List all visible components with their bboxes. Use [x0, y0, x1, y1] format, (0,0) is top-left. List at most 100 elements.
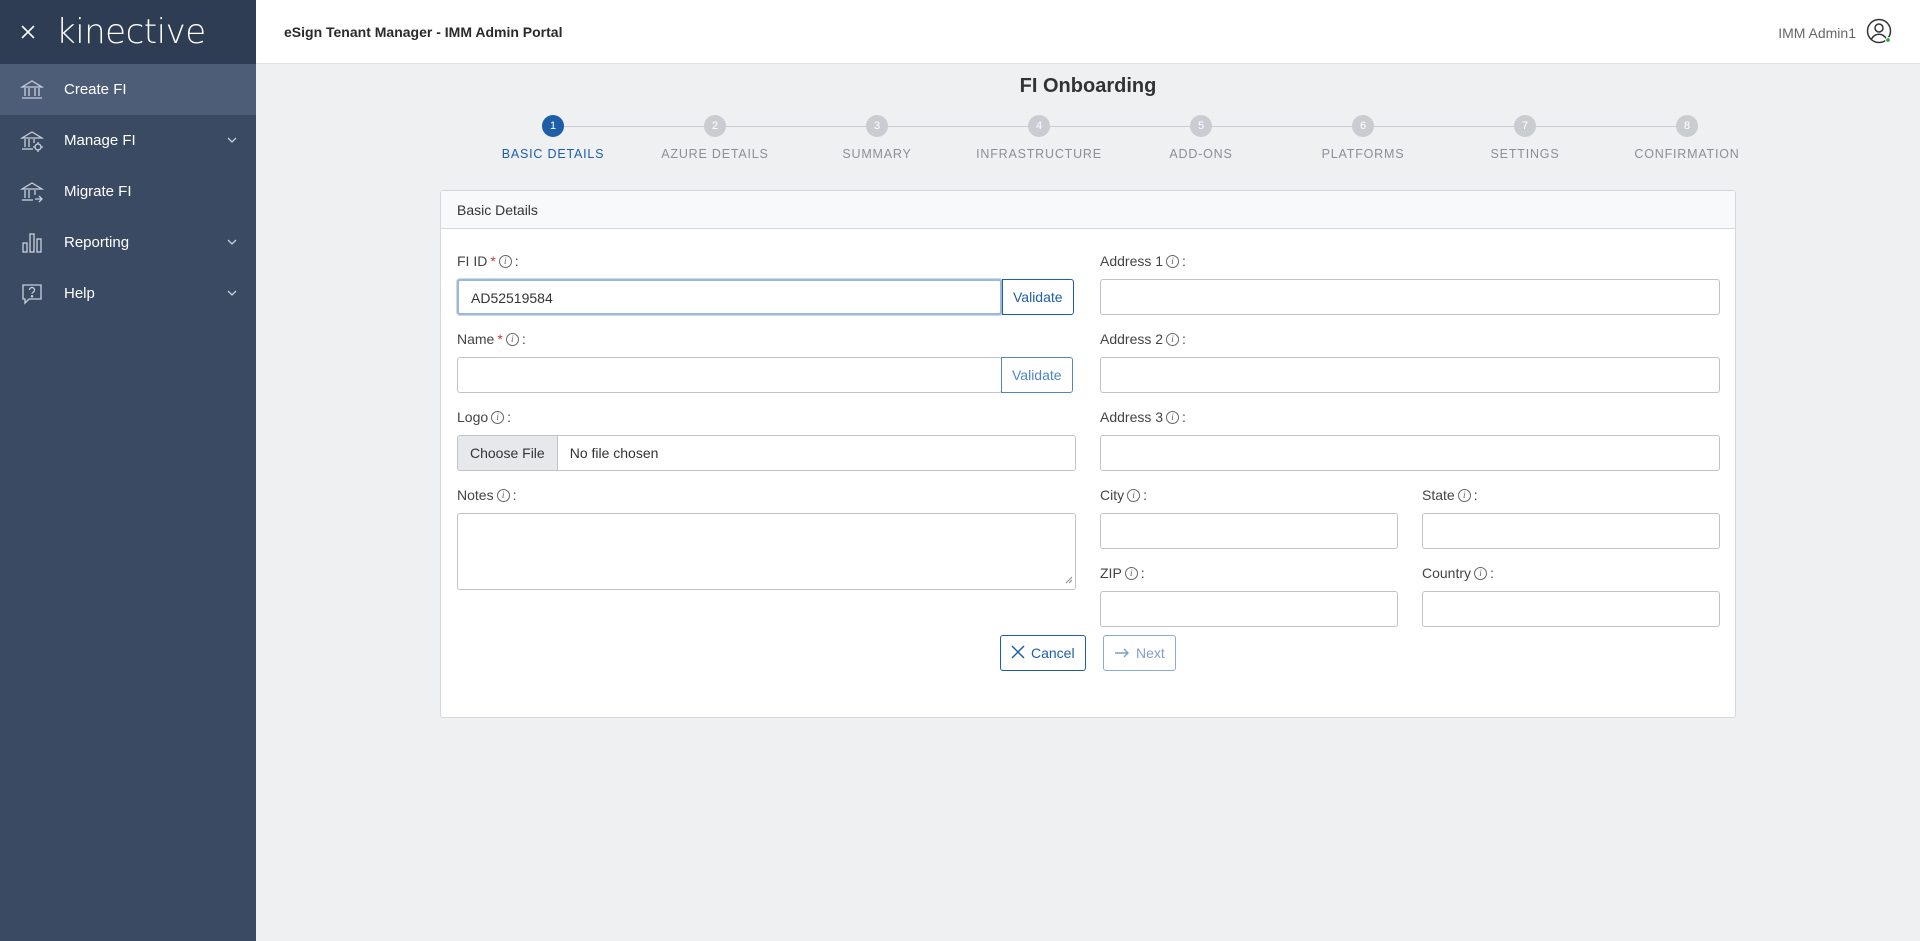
label-colon: :: [1182, 409, 1186, 425]
state-input[interactable]: [1422, 513, 1720, 549]
chevron-down-icon: [226, 133, 238, 150]
logo-file-input[interactable]: Choose File No file chosen: [457, 435, 1076, 471]
address2-input[interactable]: [1100, 357, 1720, 393]
next-label: Next: [1136, 645, 1165, 661]
step-label: SETTINGS: [1490, 147, 1560, 161]
name-input[interactable]: [457, 357, 1002, 393]
step-label: CONFIRMATION: [1634, 147, 1740, 161]
notes-label: Notes i :: [457, 487, 516, 503]
info-icon[interactable]: i: [1127, 488, 1141, 502]
info-icon[interactable]: i: [1166, 410, 1180, 424]
app-title: eSign Tenant Manager - IMM Admin Portal: [284, 23, 563, 40]
step-number: 7: [1514, 115, 1536, 137]
address2-label: Address 2 i :: [1100, 331, 1186, 347]
step-label: SUMMARY: [842, 147, 912, 161]
sidebar-item-manage-fi[interactable]: Manage FI: [0, 115, 256, 166]
step-add-ons[interactable]: 5 ADD-ONS: [1120, 115, 1282, 161]
sidebar-item-help[interactable]: Help: [0, 268, 256, 319]
chevron-down-icon: [226, 286, 238, 303]
sidebar-item-migrate-fi[interactable]: Migrate FI: [0, 166, 256, 217]
step-summary[interactable]: 3 SUMMARY: [796, 115, 958, 161]
info-icon[interactable]: i: [1474, 566, 1488, 580]
info-icon[interactable]: i: [505, 332, 519, 346]
info-icon[interactable]: i: [491, 410, 505, 424]
state-label-text: State: [1422, 487, 1455, 503]
info-icon[interactable]: i: [1457, 488, 1471, 502]
label-colon: :: [1143, 487, 1148, 503]
address1-label: Address 1 i :: [1100, 253, 1186, 269]
next-button[interactable]: Next: [1103, 635, 1176, 671]
user-avatar-icon[interactable]: [1866, 18, 1892, 47]
address3-label-text: Address 3: [1100, 409, 1164, 425]
info-icon[interactable]: i: [498, 254, 512, 268]
zip-input[interactable]: [1100, 591, 1398, 627]
logo-label-text: Logo: [457, 409, 489, 425]
top-header: eSign Tenant Manager - IMM Admin Portal …: [256, 0, 1920, 64]
city-input[interactable]: [1100, 513, 1398, 549]
sidebar-item-label: Reporting: [64, 234, 130, 251]
resize-handle-icon[interactable]: [1065, 571, 1073, 587]
step-label: BASIC DETAILS: [501, 147, 605, 161]
sidebar-nav: Create FI Manage FI Migrate FI Reporting: [0, 64, 256, 319]
sidebar-item-label: Help: [64, 285, 95, 302]
label-colon: :: [1140, 565, 1145, 581]
label-colon: :: [1473, 487, 1478, 503]
label-colon: :: [1490, 565, 1494, 581]
info-icon[interactable]: i: [496, 488, 510, 502]
step-azure-details[interactable]: 2 AZURE DETAILS: [634, 115, 796, 161]
fi-id-label-text: FI ID: [457, 253, 488, 269]
country-input[interactable]: [1422, 591, 1720, 627]
label-colon: :: [507, 409, 512, 425]
address3-input[interactable]: [1100, 435, 1720, 471]
step-number: 4: [1028, 115, 1050, 137]
label-colon: :: [1182, 331, 1186, 347]
zip-label-text: ZIP: [1100, 565, 1122, 581]
notes-textarea[interactable]: [457, 513, 1076, 590]
state-label: State i :: [1422, 487, 1478, 503]
fi-id-input[interactable]: AD52519584: [457, 279, 1002, 315]
name-validate-button[interactable]: Validate: [1001, 357, 1073, 393]
info-icon[interactable]: i: [1166, 332, 1180, 346]
close-icon: [1011, 644, 1025, 662]
bank-migrate-icon: [0, 180, 64, 204]
fi-id-label: FI ID * i :: [457, 253, 519, 269]
address1-label-text: Address 1: [1100, 253, 1164, 269]
choose-file-button[interactable]: Choose File: [458, 436, 558, 470]
logo-label: Logo i :: [457, 409, 511, 425]
main-content: FI Onboarding 1 BASIC DETAILS 2 AZURE DE…: [256, 65, 1920, 941]
step-number: 1: [542, 115, 564, 137]
bank-settings-icon: [0, 129, 64, 153]
name-label-text: Name: [457, 331, 495, 347]
step-number: 3: [866, 115, 888, 137]
step-infrastructure[interactable]: 4 INFRASTRUCTURE: [958, 115, 1120, 161]
info-icon[interactable]: i: [1124, 566, 1138, 580]
step-label: PLATFORMS: [1321, 147, 1405, 161]
step-settings[interactable]: 7 SETTINGS: [1444, 115, 1606, 161]
arrow-right-icon: [1114, 645, 1130, 661]
sidebar-item-label: Manage FI: [64, 132, 136, 149]
address3-label: Address 3 i :: [1100, 409, 1186, 425]
city-label-text: City: [1100, 487, 1125, 503]
step-number: 5: [1190, 115, 1212, 137]
step-label: AZURE DETAILS: [661, 147, 769, 161]
step-platforms[interactable]: 6 PLATFORMS: [1282, 115, 1444, 161]
card-title: Basic Details: [441, 191, 1735, 229]
step-number: 6: [1352, 115, 1374, 137]
step-number: 2: [704, 115, 726, 137]
step-number: 8: [1676, 115, 1698, 137]
close-icon[interactable]: [0, 25, 56, 39]
step-confirmation[interactable]: 8 CONFIRMATION: [1606, 115, 1768, 161]
address2-label-text: Address 2: [1100, 331, 1164, 347]
sidebar-item-create-fi[interactable]: Create FI: [0, 64, 256, 115]
info-icon[interactable]: i: [1166, 254, 1180, 268]
sidebar-item-reporting[interactable]: Reporting: [0, 217, 256, 268]
fi-id-validate-button[interactable]: Validate: [1002, 279, 1074, 315]
address1-input[interactable]: [1100, 279, 1720, 315]
required-marker: *: [490, 253, 496, 269]
user-menu[interactable]: IMM Admin1: [1778, 18, 1892, 47]
sidebar-item-label: Create FI: [64, 81, 127, 98]
sidebar: kinective Create FI Manage FI Migrate FI: [0, 0, 256, 941]
cancel-button[interactable]: Cancel: [1000, 635, 1086, 671]
step-basic-details[interactable]: 1 BASIC DETAILS: [472, 115, 634, 161]
step-label: ADD-ONS: [1169, 147, 1233, 161]
